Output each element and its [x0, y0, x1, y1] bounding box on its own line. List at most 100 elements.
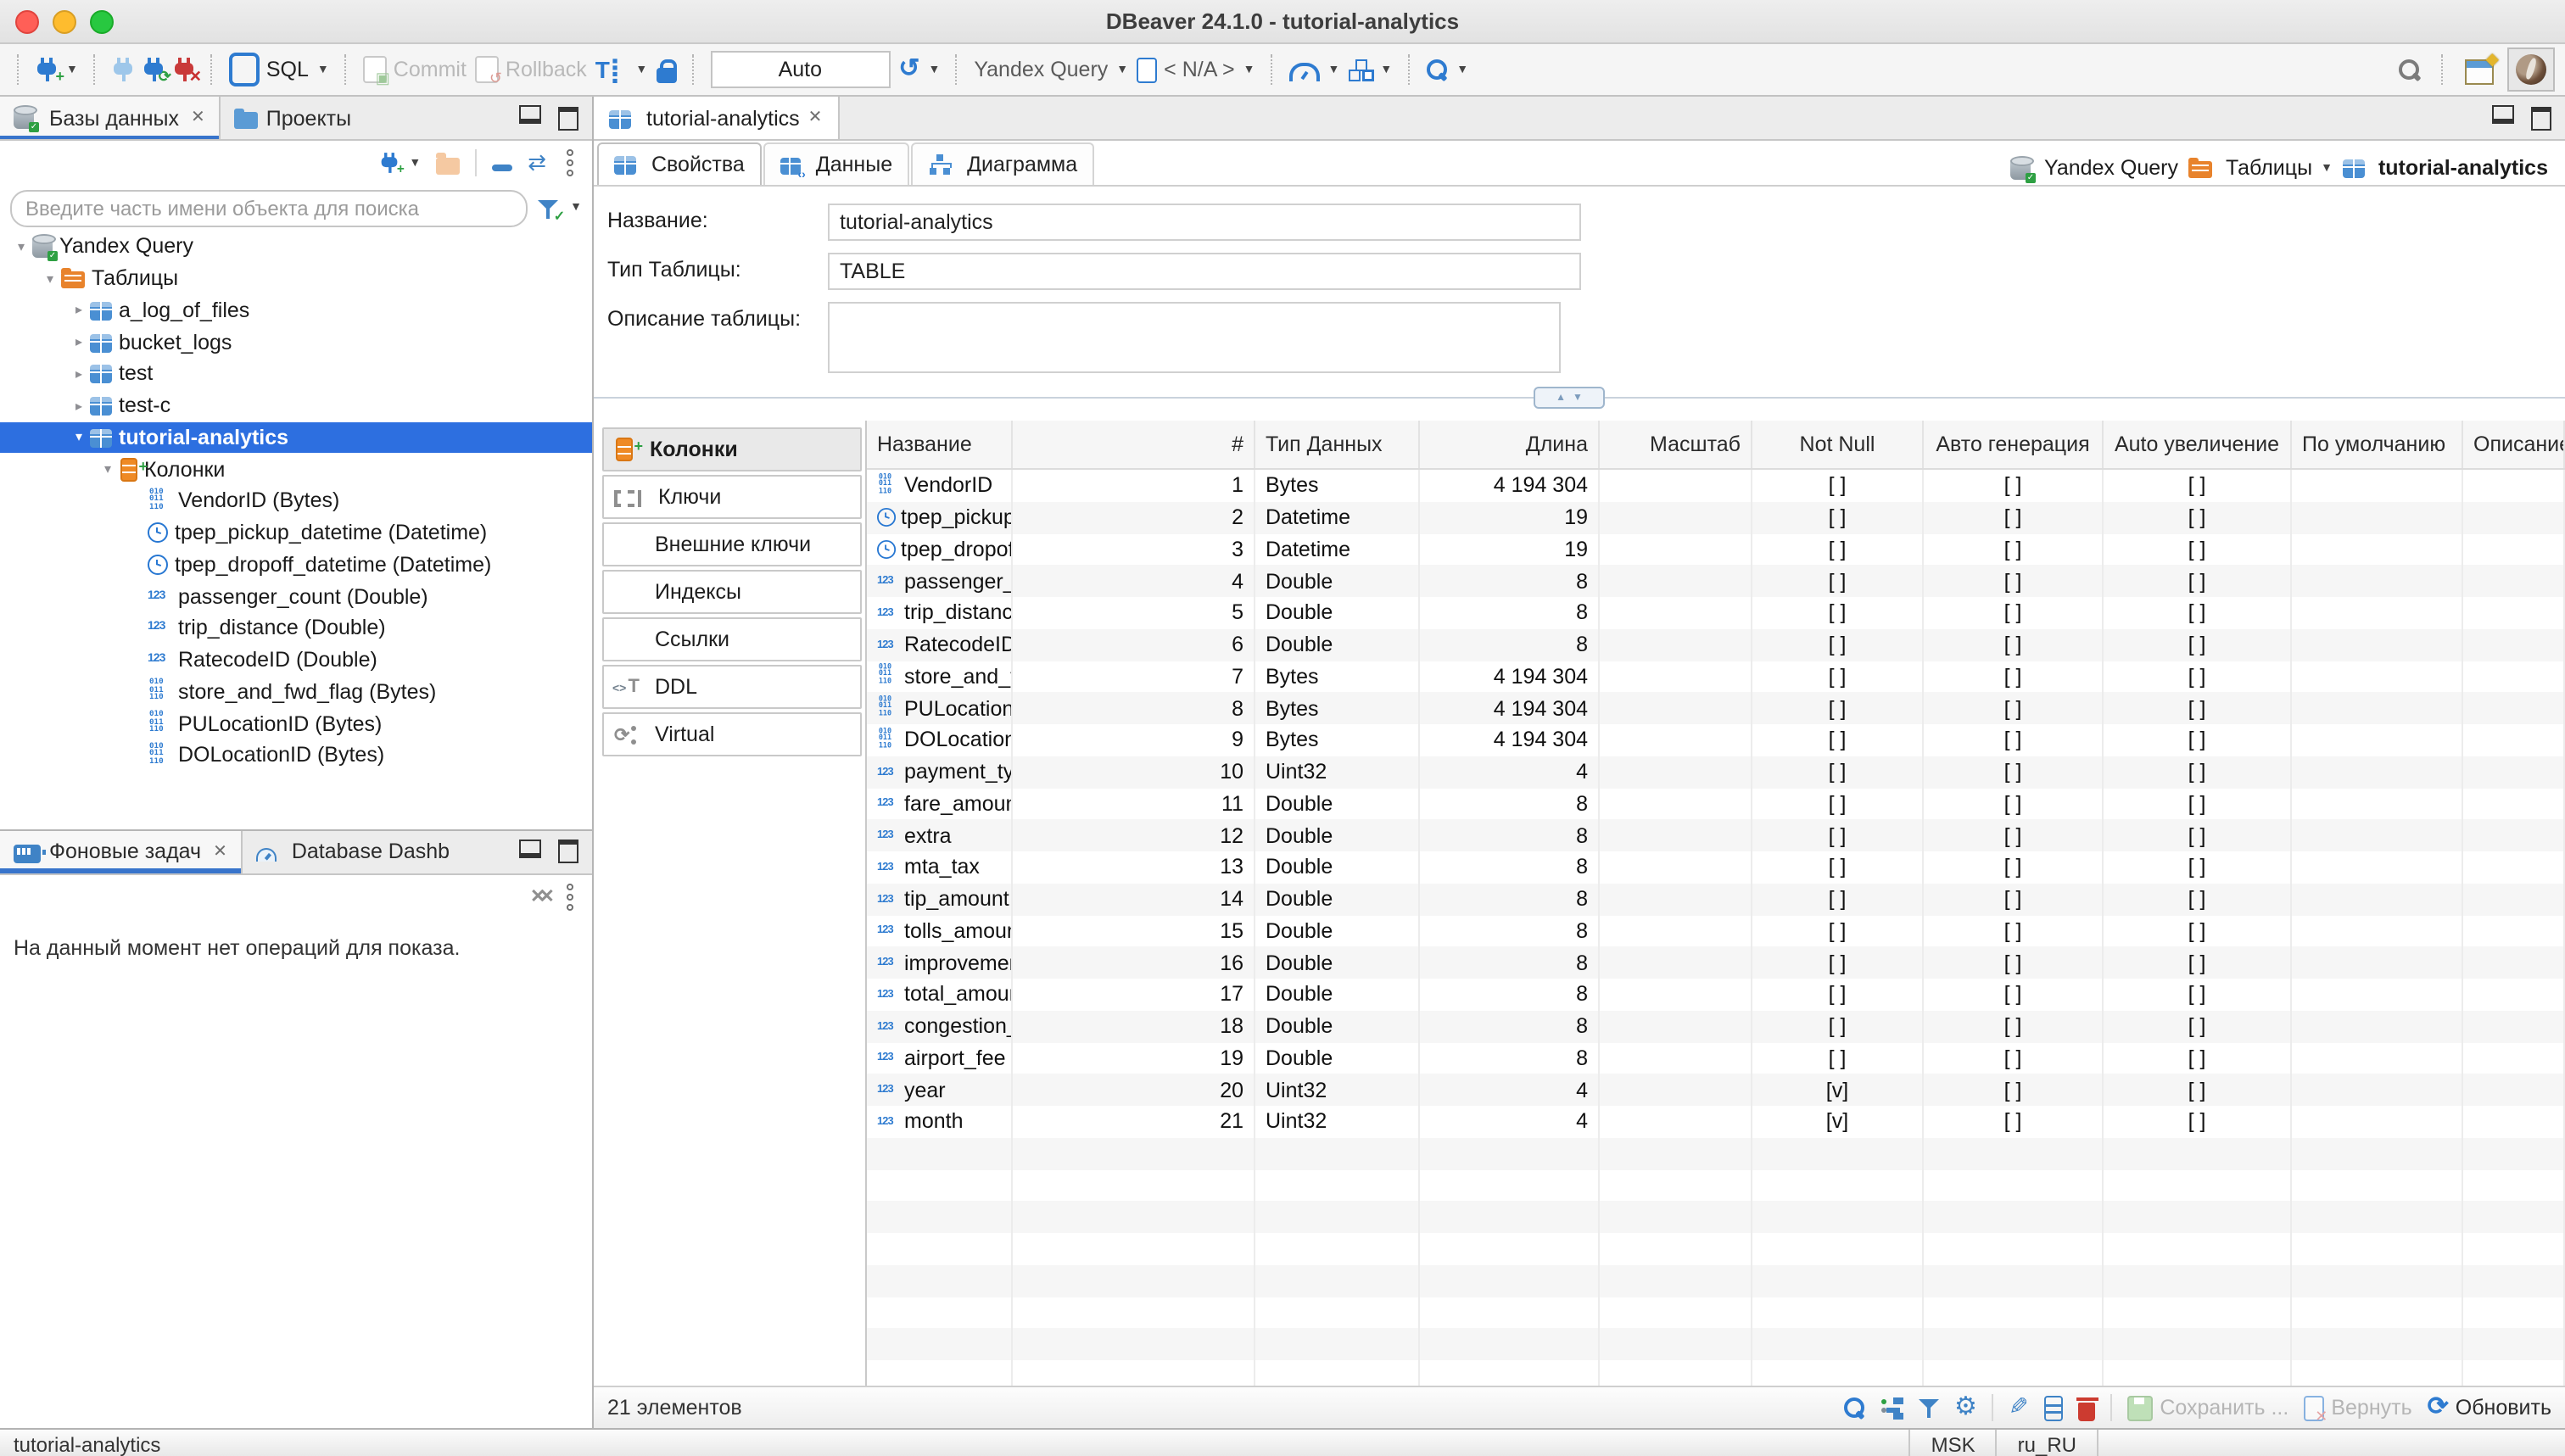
- status-locale[interactable]: ru_RU: [1996, 1430, 2097, 1456]
- close-icon[interactable]: ✕: [808, 109, 823, 127]
- cell-auto-generated[interactable]: [1924, 1202, 2104, 1234]
- cell-auto-increment[interactable]: [ ]: [2104, 915, 2292, 947]
- cell-auto-generated[interactable]: [1924, 1360, 2104, 1386]
- table-row[interactable]: trip_distance 5 Double 8 [ ] [ ] [ ]: [867, 597, 2565, 629]
- cell-not-null[interactable]: [ ]: [1752, 533, 1924, 566]
- tab-databases[interactable]: Базы данных ✕: [0, 97, 221, 139]
- cell-auto-increment[interactable]: [2104, 1265, 2292, 1297]
- cell-auto-generated[interactable]: [ ]: [1924, 470, 2104, 502]
- tree-item[interactable]: DOLocationID (Bytes): [0, 739, 592, 772]
- cell-auto-increment[interactable]: [2104, 1202, 2292, 1234]
- tree-expander-icon[interactable]: ▸: [68, 398, 90, 413]
- cell-not-null[interactable]: [ ]: [1752, 629, 1924, 661]
- cell-not-null[interactable]: [ ]: [1752, 820, 1924, 852]
- properties-nav-item[interactable]: Внешние ключи: [602, 522, 862, 566]
- cell-auto-increment[interactable]: [ ]: [2104, 820, 2292, 852]
- table-row[interactable]: tolls_amount 15 Double 8 [ ] [ ] [ ]: [867, 915, 2565, 947]
- splitter-sash[interactable]: ▲ ▼: [594, 397, 2565, 421]
- cell-not-null[interactable]: [ ]: [1752, 947, 1924, 979]
- tree-expander-icon[interactable]: ▾: [68, 430, 90, 445]
- cell-auto-increment[interactable]: [ ]: [2104, 1011, 2292, 1043]
- cell-auto-increment[interactable]: [ ]: [2104, 533, 2292, 566]
- cell-not-null[interactable]: [ ]: [1752, 979, 1924, 1011]
- column-header[interactable]: Auto увеличение: [2104, 421, 2292, 468]
- dbeaver-logo-button[interactable]: [2507, 47, 2555, 92]
- description-field[interactable]: [828, 302, 1561, 373]
- tree-item[interactable]: ▸ test-c: [0, 390, 592, 422]
- tree-expander-icon[interactable]: ▸: [68, 366, 90, 382]
- rollback-button[interactable]: ↺ Rollback: [475, 56, 587, 83]
- data-transfer-button[interactable]: ▼: [1348, 58, 1392, 81]
- tree-expander-icon[interactable]: ▸: [68, 334, 90, 349]
- cell-auto-generated[interactable]: [ ]: [1924, 947, 2104, 979]
- tree-item[interactable]: VendorID (Bytes): [0, 485, 592, 517]
- commit-button[interactable]: ▣ Commit: [363, 56, 467, 83]
- cell-auto-increment[interactable]: [2104, 1233, 2292, 1265]
- cell-auto-increment[interactable]: [ ]: [2104, 1042, 2292, 1074]
- cell-not-null[interactable]: [1752, 1233, 1924, 1265]
- table-row[interactable]: congestion_surcharge 18 Double 8 [ ] [ ]…: [867, 1011, 2565, 1043]
- tx-mode-select[interactable]: Auto: [710, 51, 890, 88]
- lock-button[interactable]: [656, 57, 676, 82]
- cell-not-null[interactable]: [ ]: [1752, 566, 1924, 598]
- cell-auto-generated[interactable]: [1924, 1233, 2104, 1265]
- column-header[interactable]: По умолчанию: [2292, 421, 2463, 468]
- tree-item[interactable]: ▾ tutorial-analytics: [0, 421, 592, 454]
- cell-auto-generated[interactable]: [ ]: [1924, 533, 2104, 566]
- new-connection-button[interactable]: + ▼: [36, 58, 78, 81]
- cell-not-null[interactable]: [ ]: [1752, 597, 1924, 629]
- subtab-properties[interactable]: Свойства: [597, 142, 762, 185]
- tree-item[interactable]: trip_distance (Double): [0, 612, 592, 644]
- tree-item[interactable]: ▾ Yandex Query: [0, 231, 592, 263]
- table-row[interactable]: mta_tax 13 Double 8 [ ] [ ] [ ]: [867, 851, 2565, 884]
- cell-auto-increment[interactable]: [2104, 1297, 2292, 1329]
- cell-auto-increment[interactable]: [ ]: [2104, 661, 2292, 693]
- collapse-all-icon[interactable]: [492, 165, 512, 171]
- connect-button[interactable]: [112, 58, 134, 81]
- column-header[interactable]: Длина: [1420, 421, 1600, 468]
- view-menu-icon[interactable]: [567, 893, 573, 900]
- table-row[interactable]: tpep_dropoff_datetime 3 Datetime 19 [ ] …: [867, 533, 2565, 566]
- properties-nav-item[interactable]: DDL: [602, 665, 862, 709]
- cell-auto-increment[interactable]: [2104, 1169, 2292, 1202]
- cell-not-null[interactable]: [v]: [1752, 1074, 1924, 1107]
- cell-auto-generated[interactable]: [ ]: [1924, 979, 2104, 1011]
- cell-not-null[interactable]: [ ]: [1752, 851, 1924, 884]
- cell-not-null[interactable]: [1752, 1138, 1924, 1170]
- cell-auto-increment[interactable]: [ ]: [2104, 884, 2292, 916]
- breadcrumb-connection[interactable]: Yandex Query: [2010, 156, 2178, 180]
- tree-item[interactable]: ▸ bucket_logs: [0, 326, 592, 359]
- table-row[interactable]: month 21 Uint32 4 [v] [ ] [ ]: [867, 1106, 2565, 1138]
- minimize-view-icon[interactable]: [519, 839, 541, 857]
- cell-not-null[interactable]: [ ]: [1752, 693, 1924, 725]
- cell-auto-increment[interactable]: [2104, 1360, 2292, 1386]
- cell-not-null[interactable]: [ ]: [1752, 470, 1924, 502]
- cell-auto-increment[interactable]: [ ]: [2104, 502, 2292, 534]
- table-row[interactable]: improvement_surcharge 16 Double 8 [ ] [ …: [867, 947, 2565, 979]
- reconnect-button[interactable]: ⟳: [142, 58, 165, 81]
- tab-projects[interactable]: Проекты: [221, 97, 365, 139]
- table-row[interactable]: PULocationID 8 Bytes 4 194 304 [ ] [ ] […: [867, 693, 2565, 725]
- object-search-input[interactable]: Введите часть имени объекта для поиска: [10, 189, 528, 226]
- table-row[interactable]: payment_type 10 Uint32 4 [ ] [ ] [ ]: [867, 756, 2565, 789]
- connection-selector[interactable]: Yandex Query ▼: [974, 58, 1128, 81]
- cell-auto-increment[interactable]: [ ]: [2104, 979, 2292, 1011]
- delete-icon[interactable]: [2078, 1402, 2095, 1420]
- close-icon[interactable]: ✕: [213, 842, 227, 861]
- schema-selector[interactable]: < N/A > ▼: [1137, 57, 1255, 82]
- cell-not-null[interactable]: [1752, 1202, 1924, 1234]
- cell-auto-generated[interactable]: [ ]: [1924, 884, 2104, 916]
- tree-item[interactable]: store_and_fwd_flag (Bytes): [0, 676, 592, 708]
- cell-auto-increment[interactable]: [ ]: [2104, 597, 2292, 629]
- cell-not-null[interactable]: [v]: [1752, 1106, 1924, 1138]
- clear-terminated-icon[interactable]: ✕✕: [530, 883, 546, 910]
- tree-expander-icon[interactable]: ▾: [39, 271, 61, 286]
- save-button[interactable]: Сохранить ...: [2127, 1394, 2288, 1421]
- cell-auto-generated[interactable]: [ ]: [1924, 756, 2104, 789]
- cell-auto-increment[interactable]: [ ]: [2104, 1106, 2292, 1138]
- cell-auto-generated[interactable]: [ ]: [1924, 597, 2104, 629]
- cell-auto-generated[interactable]: [1924, 1297, 2104, 1329]
- cell-auto-increment[interactable]: [2104, 1329, 2292, 1361]
- search-icon[interactable]: [1844, 1397, 1866, 1419]
- cell-auto-generated[interactable]: [ ]: [1924, 1042, 2104, 1074]
